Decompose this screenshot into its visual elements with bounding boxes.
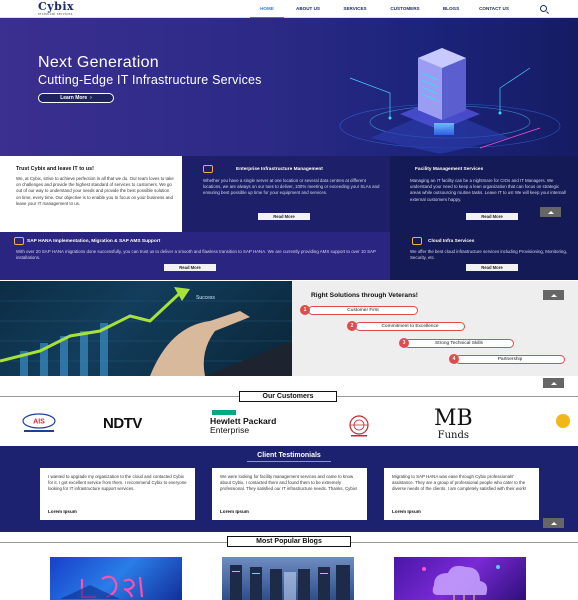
- service-fms-title: Facility Management Services: [415, 167, 484, 172]
- solution-label-1: Customer First: [347, 308, 379, 313]
- testimonial-text-1: I wanted to upgrade my organization to t…: [48, 474, 187, 492]
- hpe-green-bar: [212, 410, 236, 415]
- service-eim-body: Whether you have a single server at one …: [203, 178, 380, 196]
- customer-logo-ais: AIS: [18, 412, 60, 434]
- mb-logo-text: MB: [434, 406, 473, 431]
- blog-image-3[interactable]: [394, 557, 526, 600]
- customers-title: Our Customers: [239, 391, 337, 402]
- hero-heading: Next Generation: [38, 54, 160, 71]
- solution-number-2: 2: [347, 321, 357, 331]
- solution-number-4: 4: [449, 354, 459, 364]
- main-menu: HOME ABOUT US SERVICES CUSTOMERS BLOGS C…: [250, 0, 518, 18]
- sap-read-more-button[interactable]: Read More: [164, 264, 216, 271]
- customer-logo-seal: [345, 414, 373, 438]
- nav-services[interactable]: SERVICES: [332, 0, 378, 18]
- ais-logo-text: AIS: [33, 419, 45, 426]
- service-cloud-card: Cloud Infra Services We offer the best c…: [390, 232, 578, 280]
- nav-home[interactable]: HOME: [250, 0, 284, 18]
- testimonial-card-2: We were looking for facility management …: [212, 468, 367, 520]
- logo[interactable]: Cybix technical services: [38, 1, 74, 17]
- scroll-top-button-2[interactable]: [543, 290, 564, 300]
- learn-more-button[interactable]: Learn More ›: [38, 93, 114, 103]
- hero-banner: Next Generation Cutting-Edge IT Infrastr…: [0, 18, 578, 156]
- solution-pill-4: Partnership: [455, 355, 565, 364]
- cloud-read-more-button[interactable]: Read More: [466, 264, 518, 271]
- logo-text: Cybix: [38, 0, 75, 13]
- service-eim-title: Enterprise Infrastructure Management: [236, 167, 323, 172]
- solution-number-1: 1: [300, 305, 310, 315]
- nav-contact-us[interactable]: CONTACT US: [470, 0, 518, 18]
- cloud-icon: [412, 237, 422, 245]
- top-nav: Cybix technical services HOME ABOUT US S…: [0, 0, 578, 18]
- testimonial-card-3: Migrating to SAP HANA was ease through C…: [384, 468, 539, 520]
- testimonial-text-2: We were looking for facility management …: [220, 474, 358, 492]
- trust-body: We, at Cybix, strive to achieve perfecti…: [16, 176, 174, 206]
- success-caption: Success: [196, 295, 215, 301]
- success-graph-image: Success: [0, 281, 292, 376]
- solution-label-4: Partnership: [497, 357, 523, 362]
- search-icon[interactable]: [540, 5, 547, 12]
- arrow-right-icon: ›: [90, 95, 92, 101]
- page: Cybix technical services HOME ABOUT US S…: [0, 0, 578, 600]
- service-sap-body: With over 20 SAP HANA migrations done su…: [16, 249, 376, 261]
- customer-logo-partial: [556, 414, 570, 428]
- trust-title: Trust Cybix and leave IT to us!: [16, 166, 94, 172]
- service-fms-card: Facility Management Services Managing an…: [390, 156, 578, 232]
- eim-read-more-button[interactable]: Read More: [258, 213, 310, 220]
- customer-logo-hpe: Hewlett Packard Enterprise: [210, 410, 310, 434]
- hpe-logo-line2: Enterprise: [210, 424, 250, 435]
- growth-chart-graphic: Success: [0, 287, 292, 376]
- logo-subtext: technical services: [38, 12, 73, 16]
- blogs-title: Most Popular Blogs: [227, 536, 351, 547]
- testimonial-card-1: I wanted to upgrade my organization to t…: [40, 468, 195, 520]
- server-icon: [203, 165, 213, 173]
- service-sap-card: SAP HANA Implementation, Migration & SAP…: [0, 232, 390, 280]
- service-cloud-body: We offer the best cloud infrastructure s…: [410, 249, 568, 261]
- scroll-top-button-4[interactable]: [543, 518, 564, 528]
- learn-more-label: Learn More: [60, 95, 88, 101]
- testimonial-text-3: Migrating to SAP HANA was ease through C…: [392, 474, 527, 492]
- customer-logo-mb-funds: MB Funds: [434, 408, 473, 441]
- solution-number-3: 3: [399, 338, 409, 348]
- scroll-top-button-3[interactable]: [543, 378, 564, 388]
- ndtv-logo-text: NDTV: [103, 415, 142, 432]
- trust-cybix-block: Trust Cybix and leave IT to us! We, at C…: [0, 156, 182, 232]
- testimonial-name-2: Lorem Ipsum: [220, 509, 249, 514]
- service-eim-card: Enterprise Infrastructure Management Whe…: [182, 156, 390, 232]
- testimonials-underline: [247, 461, 331, 462]
- nav-about-us[interactable]: ABOUT US: [284, 0, 332, 18]
- nav-blogs[interactable]: BLOGS: [432, 0, 470, 18]
- right-solutions-title: Right Solutions through Veterans!: [311, 292, 418, 299]
- testimonial-name-3: Lorem Ipsum: [392, 509, 421, 514]
- solution-label-3: Strong Technical Skills: [435, 341, 483, 346]
- testimonial-name-1: Lorem Ipsum: [48, 509, 77, 514]
- sap-icon: [14, 237, 24, 245]
- testimonials-title: Client Testimonials: [257, 452, 321, 459]
- blog-image-2[interactable]: [222, 557, 354, 600]
- blog-image-1[interactable]: [50, 557, 182, 600]
- hero-subheading: Cutting-Edge IT Infrastructure Services: [38, 73, 262, 87]
- nav-customers[interactable]: CUSTOMERS: [378, 0, 432, 18]
- fms-read-more-button[interactable]: Read More: [466, 213, 518, 220]
- service-sap-title: SAP HANA Implementation, Migration & SAP…: [27, 239, 161, 244]
- solution-label-2: Commitment to Excellence: [381, 324, 439, 329]
- server-illustration: [339, 48, 561, 154]
- solution-pill-3: Strong Technical Skills: [404, 339, 514, 348]
- scroll-top-button[interactable]: [540, 207, 561, 217]
- customer-logo-ndtv: NDTV: [103, 415, 142, 432]
- service-fms-body: Managing an IT facility can be a nightma…: [410, 178, 567, 202]
- service-cloud-title: Cloud Infra Services: [428, 239, 475, 244]
- solution-pill-2: Commitment to Excellence: [355, 322, 465, 331]
- solution-pill-1: Customer First: [308, 306, 418, 315]
- funds-logo-text: Funds: [437, 430, 470, 441]
